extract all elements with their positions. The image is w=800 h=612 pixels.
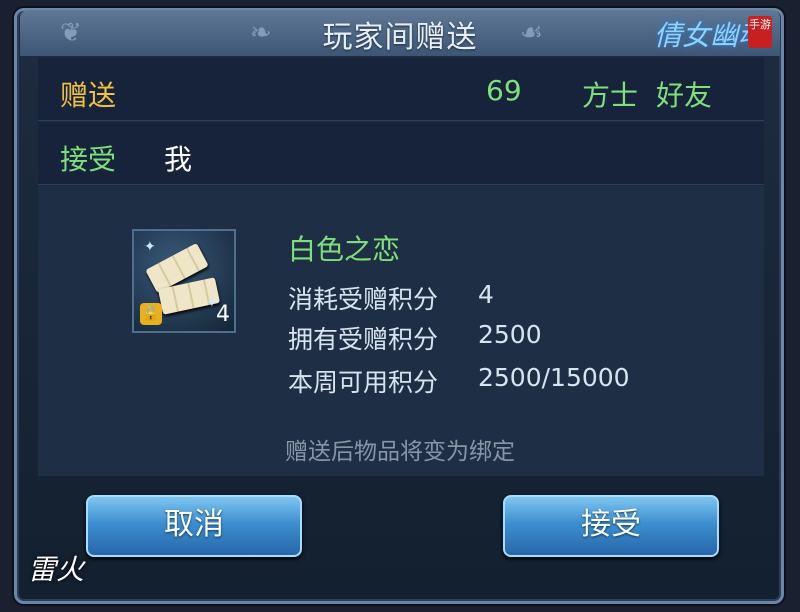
stat-value-weekly: 2500/15000 (478, 363, 630, 392)
cancel-button[interactable]: 取消 (86, 495, 302, 557)
sparkle-icon: ✦ (144, 239, 156, 255)
lock-icon: 🔒 (140, 303, 162, 325)
stat-value-owned: 2500 (478, 320, 542, 349)
receiver-name: 我 (164, 143, 193, 176)
stat-label-owned: 拥有受赠积分 (288, 325, 439, 354)
receive-label: 接受 (60, 143, 117, 176)
recipient-level: 69 (486, 74, 522, 107)
stat-label-cost: 消耗受赠积分 (288, 285, 439, 314)
give-row: 赠送 69 方士 好友 (38, 58, 764, 121)
give-label: 赠送 (60, 79, 117, 112)
accept-button[interactable]: 接受 (503, 495, 719, 557)
item-count: 4 (216, 302, 230, 327)
recipient-class: 方士 (582, 79, 639, 112)
bind-note: 赠送后物品将变为绑定 (285, 439, 515, 465)
watermark-logo: 雷火 (28, 553, 85, 586)
stat-label-weekly: 本周可用积分 (288, 368, 439, 397)
stat-value-cost: 4 (478, 280, 494, 309)
item-slot[interactable]: ✦ ✦ 🔒 4 (132, 229, 236, 333)
logo-tag: 手游 (748, 16, 772, 48)
item-name: 白色之恋 (288, 233, 401, 266)
recipient-relation: 好友 (656, 79, 713, 112)
receive-row: 接受 我 (38, 122, 764, 185)
